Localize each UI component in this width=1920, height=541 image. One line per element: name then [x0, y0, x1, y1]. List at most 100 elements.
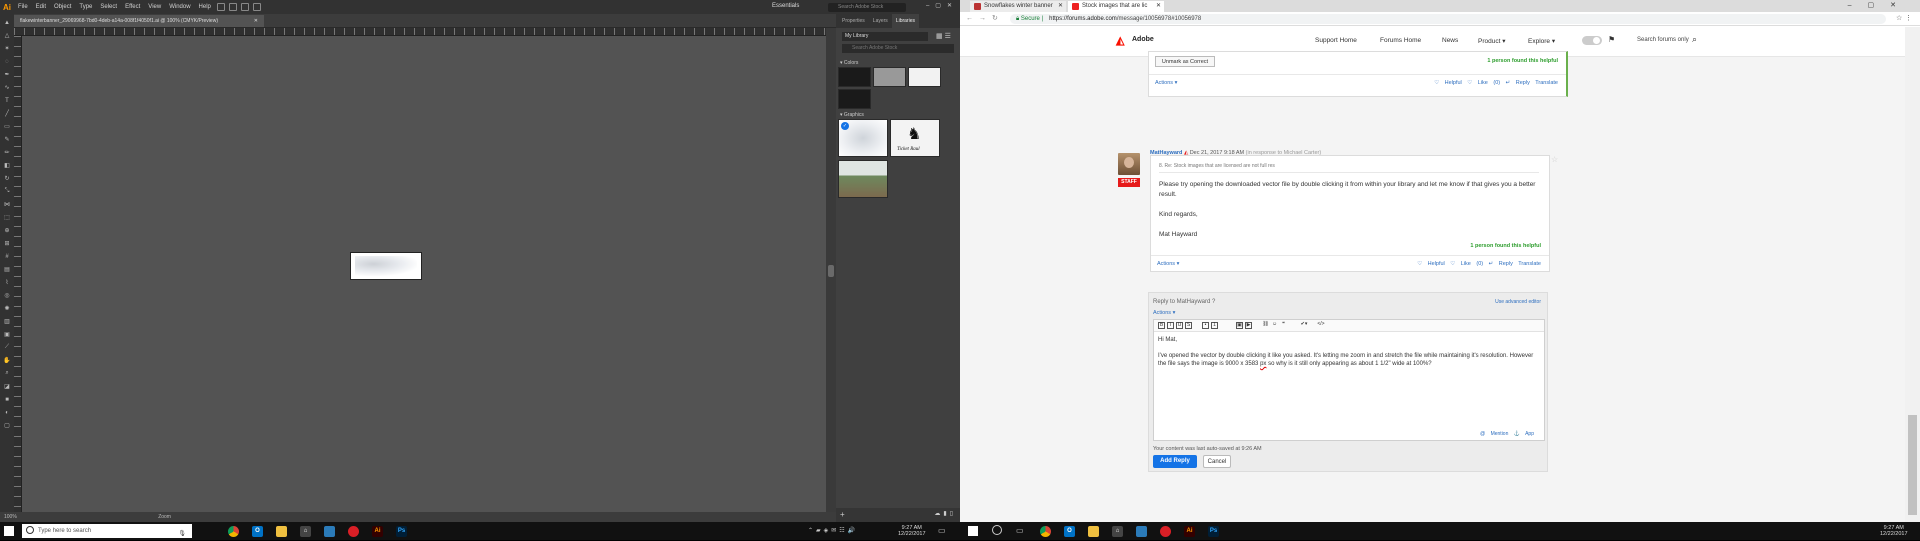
cloud-sync-icon[interactable]: ☁▮▯ [934, 510, 956, 517]
library-search-input[interactable]: Search Adobe Stock [842, 44, 954, 53]
browser-menu-icon[interactable]: ⋮ [1905, 14, 1912, 22]
bulleted-list-icon[interactable]: • [1202, 322, 1209, 329]
system-tray-icons[interactable]: ⌃▰◈✉☷🔊 [808, 527, 858, 534]
chrome-app-icon[interactable] [1040, 526, 1051, 537]
document-tab[interactable]: flakewinterbanner_29069968-7bd0-4deb-a14… [14, 15, 264, 27]
underline-icon[interactable]: U [1176, 322, 1183, 329]
close-icon[interactable]: ✕ [1058, 1, 1063, 12]
photoshop-app-icon[interactable]: Ps [1208, 526, 1219, 537]
nav-forums-home[interactable]: Forums Home [1380, 37, 1421, 44]
color-swatch[interactable] [838, 67, 871, 87]
numbered-list-icon[interactable]: 1 [1211, 322, 1218, 329]
free-transform-tool-icon[interactable]: ⬚ [2, 213, 12, 222]
symbol-sprayer-tool-icon[interactable]: ✺ [2, 304, 12, 313]
url-input[interactable]: 🔒︎ Secure | https://forums.adobe.com/mess… [1010, 14, 1886, 24]
line-tool-icon[interactable]: ╱ [2, 109, 12, 118]
graphic-snowflake-banner[interactable]: ✓ [838, 119, 888, 157]
adobe-brand[interactable]: Adobe [1132, 36, 1154, 43]
chrome-app-icon[interactable] [228, 526, 239, 537]
mention-app-links[interactable]: @ Mention ⚓ App [1480, 431, 1534, 437]
microphone-icon[interactable]: 🎙︎ [178, 527, 186, 541]
store-app-icon[interactable]: ⌂ [1112, 526, 1123, 537]
creative-cloud-app-icon[interactable] [1160, 526, 1171, 537]
nav-product[interactable]: Product ▾ [1478, 37, 1505, 45]
close-icon[interactable]: ✕ [254, 15, 258, 27]
insert-image-icon[interactable]: ▣ [1236, 322, 1243, 329]
menu-select[interactable]: Select [96, 0, 121, 14]
eraser-tool-icon[interactable]: ◧ [2, 161, 12, 170]
scale-tool-icon[interactable]: ⤡ [2, 187, 12, 196]
graphic-logo[interactable]: ♞ Ticket Raul [890, 119, 940, 157]
insert-video-icon[interactable]: ▶ [1245, 322, 1252, 329]
perspective-grid-tool-icon[interactable]: ⊞ [2, 239, 12, 248]
curvature-tool-icon[interactable]: ∿ [2, 83, 12, 92]
spellcheck-icon[interactable]: ✔▾ [1297, 322, 1311, 329]
fill-stroke-icon[interactable]: ◪ [2, 382, 12, 391]
flag-icon[interactable]: ⚑ [1608, 35, 1615, 44]
browser-tab-active[interactable]: Stock images that are lic ✕ [1068, 1, 1164, 12]
task-view-icon[interactable]: ▭ [1016, 526, 1024, 535]
app-icon[interactable] [1136, 526, 1147, 537]
clock-left[interactable]: 9:27 AM 12/22/2017 [898, 525, 926, 537]
file-explorer-app-icon[interactable] [276, 526, 287, 537]
bold-icon[interactable]: B [1158, 322, 1165, 329]
post-action-links[interactable]: ♡ Helpful ♡ Like (0) ↵ Reply Translate [1434, 80, 1558, 86]
zoom-level[interactable]: 100% [4, 514, 17, 520]
photoshop-app-icon[interactable]: Ps [396, 526, 407, 537]
app-icon[interactable] [324, 526, 335, 537]
add-icon[interactable]: + [840, 510, 845, 519]
windows-start-icon[interactable] [4, 526, 14, 536]
color-mode-icon[interactable]: ■ [2, 395, 12, 404]
selection-tool-icon[interactable]: ▲ [2, 18, 12, 27]
taskbar-search-input[interactable]: Type here to search 🎙︎ [22, 524, 192, 538]
advanced-editor-link[interactable]: Use advanced editor [1495, 299, 1541, 305]
ai-window-controls[interactable]: ‒▢✕ [926, 2, 958, 9]
draw-mode-icon[interactable]: ◐ [2, 408, 12, 417]
gpu-performance-icon[interactable] [252, 3, 261, 11]
paintbrush-tool-icon[interactable]: ✎ [2, 135, 12, 144]
add-reply-button[interactable]: Add Reply [1153, 455, 1197, 468]
nav-news[interactable]: News [1442, 37, 1458, 44]
canvas[interactable] [22, 36, 826, 514]
quote-icon[interactable]: ❝ [1280, 322, 1287, 329]
arrange-documents-icon[interactable] [240, 3, 249, 11]
scrollbar-thumb[interactable] [828, 265, 834, 277]
menu-help[interactable]: Help [195, 0, 215, 14]
column-graph-tool-icon[interactable]: ▥ [2, 317, 12, 326]
blend-tool-icon[interactable]: ◎ [2, 291, 12, 300]
magic-wand-tool-icon[interactable]: ✶ [2, 44, 12, 53]
post-action-links[interactable]: ♡ Helpful ♡ Like (0) ↵ Reply Translate [1417, 261, 1541, 267]
vertical-ruler[interactable] [14, 36, 22, 516]
artboard[interactable] [350, 252, 422, 280]
close-icon[interactable]: ✕ [1156, 1, 1161, 12]
tab-libraries[interactable]: Libraries [891, 14, 919, 28]
menu-type[interactable]: Type [75, 0, 96, 14]
slice-tool-icon[interactable]: ⟋ [2, 343, 12, 352]
menu-effect[interactable]: Effect [121, 0, 144, 14]
scrollbar-thumb[interactable] [1908, 415, 1917, 515]
help-icon[interactable]: ? [1212, 299, 1215, 305]
menu-object[interactable]: Object [50, 0, 75, 14]
notifications-icon[interactable]: ▭ [938, 526, 946, 535]
pencil-tool-icon[interactable]: ✏ [2, 148, 12, 157]
library-dropdown[interactable]: My Library [842, 32, 928, 41]
status-current-tool[interactable]: Zoom [158, 514, 171, 520]
bookmark-star-icon[interactable]: ☆ [1896, 14, 1902, 22]
bookmark-icon[interactable]: ☆ [1551, 155, 1558, 164]
tab-layers[interactable]: Layers [869, 14, 892, 28]
windows-start-icon[interactable] [968, 526, 978, 536]
rich-text-editor[interactable]: B I U S • 1 ▣ ▶ ⛓ ☺ ❝ ✔▾ </> Hi Mat, I'v… [1153, 319, 1545, 441]
adobe-logo-icon[interactable]: ◭ [1116, 34, 1124, 47]
store-app-icon[interactable]: ⌂ [300, 526, 311, 537]
eyedropper-tool-icon[interactable]: ⌇ [2, 278, 12, 287]
color-swatch[interactable] [908, 67, 941, 87]
rotate-tool-icon[interactable]: ↻ [2, 174, 12, 183]
link-icon[interactable]: ⛓ [1262, 322, 1269, 329]
cortana-icon[interactable] [992, 525, 1002, 535]
browser-window-controls[interactable]: ‒▢✕ [1848, 1, 1912, 9]
nav-support-home[interactable]: Support Home [1315, 37, 1357, 44]
width-tool-icon[interactable]: ⋈ [2, 200, 12, 209]
html-source-icon[interactable]: </> [1313, 322, 1329, 329]
nav-back-forward-reload-icon[interactable]: ←→↻ [966, 14, 1004, 22]
view-toggle-icon[interactable]: ▦☰ [936, 32, 953, 40]
